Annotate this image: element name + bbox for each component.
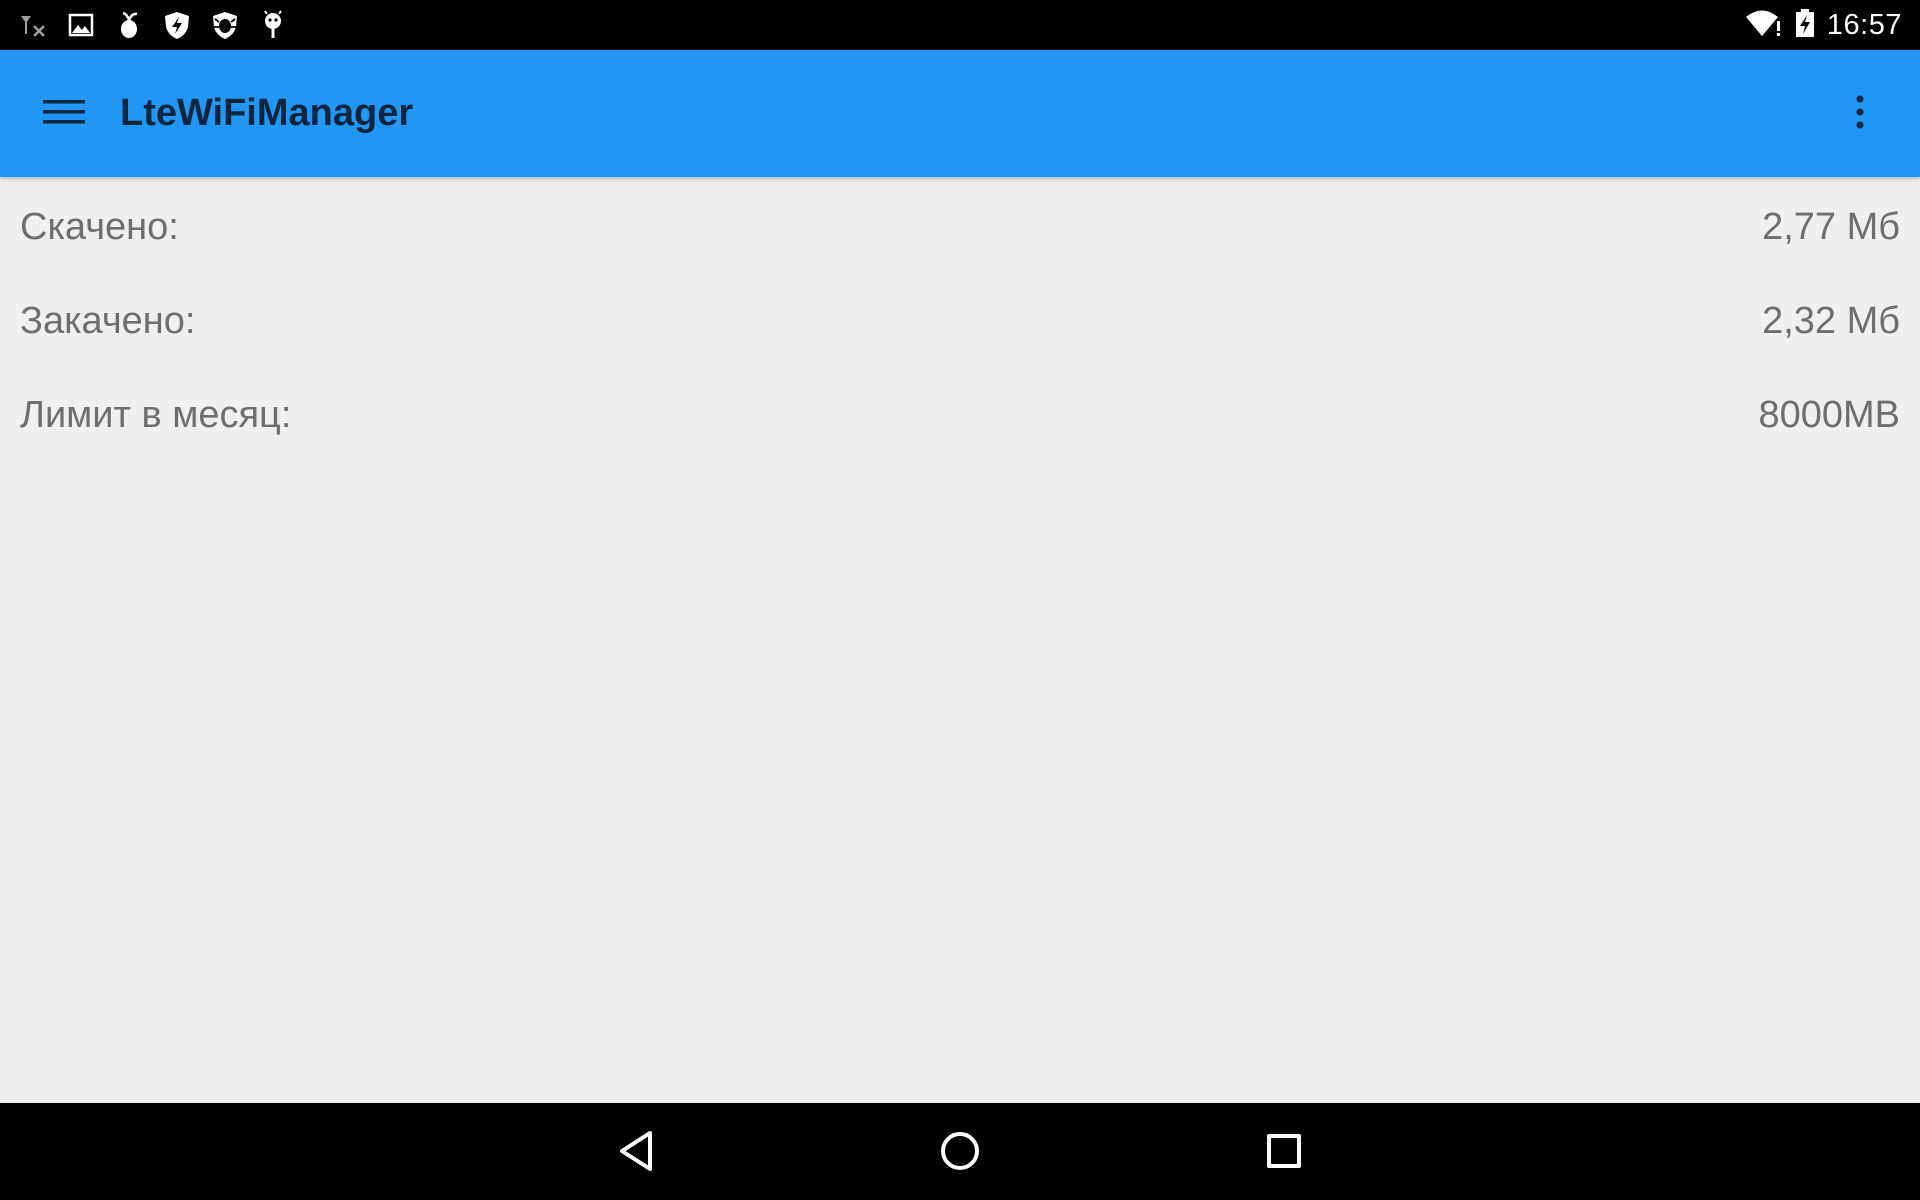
status-time: 16:57	[1826, 8, 1902, 41]
stat-row-downloaded: Скачено: 2,77 Мб	[20, 197, 1900, 257]
more-vert-icon	[1854, 94, 1866, 135]
stat-row-uploaded: Закачено: 2,32 Мб	[20, 291, 1900, 351]
wifi-alert-icon	[1745, 8, 1783, 43]
stats-panel: Скачено: 2,77 Мб Закачено: 2,32 Мб Лимит…	[0, 177, 1920, 1103]
system-navigation-bar	[0, 1103, 1920, 1200]
recents-button[interactable]	[1252, 1121, 1316, 1185]
stat-label: Лимит в месяц:	[20, 393, 292, 436]
fruit-icon	[114, 10, 144, 40]
recents-square-icon	[1265, 1132, 1303, 1175]
system-status: 16:57	[1745, 0, 1902, 50]
app-title: LteWiFiManager	[120, 92, 414, 134]
back-triangle-icon	[616, 1129, 656, 1178]
stat-value: 2,32 Мб	[1762, 299, 1900, 342]
android-pin-icon	[258, 10, 288, 40]
battery-charging-icon	[1795, 8, 1815, 43]
image-icon	[66, 10, 96, 40]
home-circle-icon	[939, 1130, 981, 1177]
stat-label: Закачено:	[20, 299, 196, 342]
status-bar: 16:57	[0, 0, 1920, 50]
hamburger-menu-icon	[42, 97, 86, 132]
back-button[interactable]	[604, 1121, 668, 1185]
shield-bolt-icon	[162, 10, 192, 40]
overflow-menu-button[interactable]	[1824, 78, 1896, 150]
app-bar: LteWiFiManager	[0, 50, 1920, 177]
stat-label: Скачено:	[20, 205, 179, 248]
home-button[interactable]	[928, 1121, 992, 1185]
stat-value: 8000MB	[1758, 393, 1900, 436]
navigation-menu-button[interactable]	[28, 78, 100, 150]
no-signal-icon	[18, 10, 48, 40]
stat-value: 2,77 Мб	[1762, 205, 1900, 248]
stat-row-monthly-limit: Лимит в месяц: 8000MB	[20, 385, 1900, 445]
shield-bug-icon	[210, 10, 240, 40]
notification-icons	[18, 0, 288, 50]
